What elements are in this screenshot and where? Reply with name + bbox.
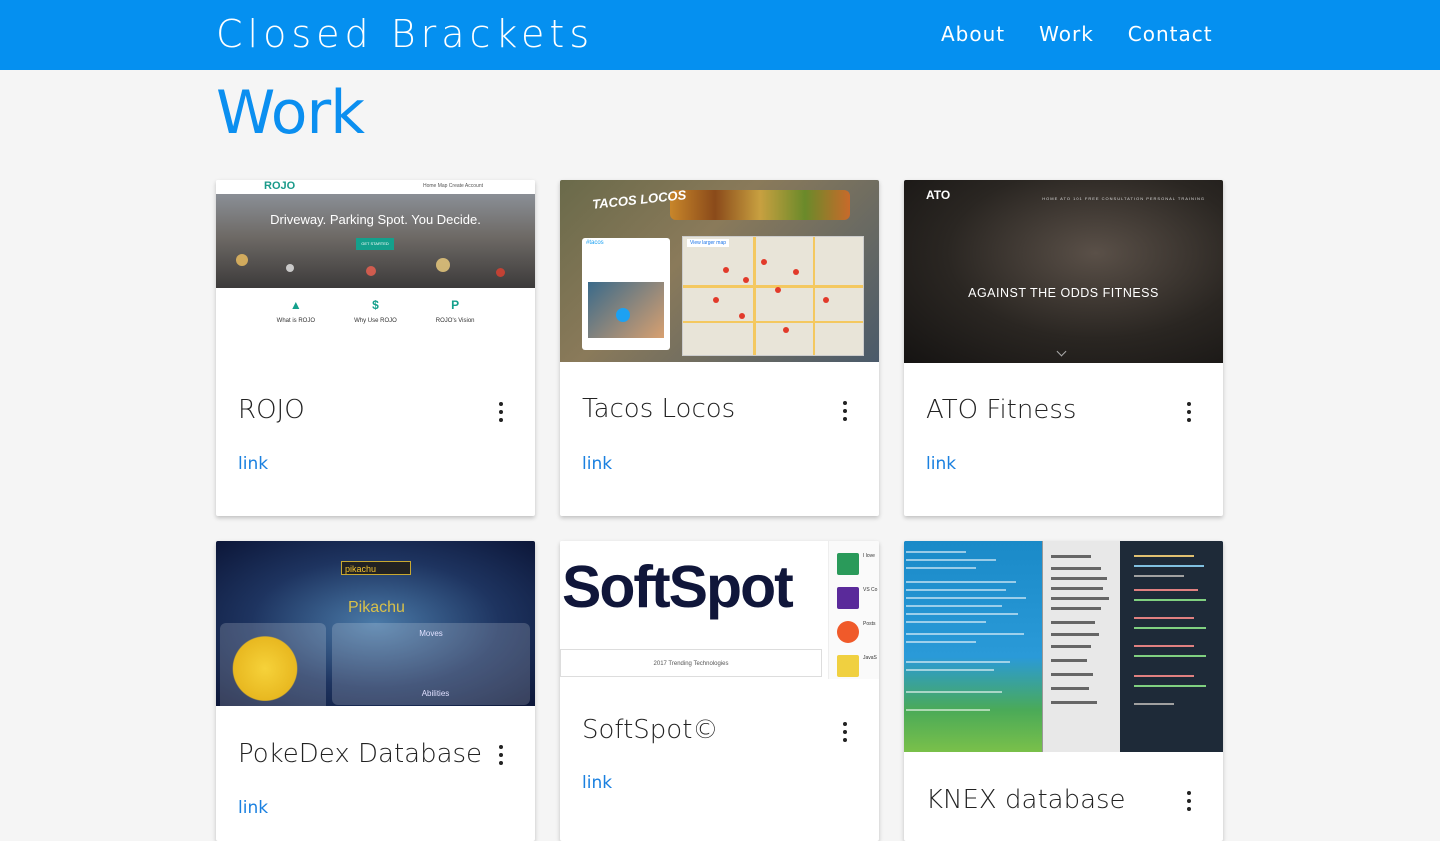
tweet-label: #tacos	[586, 240, 604, 246]
thumb-moves: Moves	[419, 629, 443, 638]
card-link[interactable]: link	[582, 454, 612, 474]
project-thumbnail[interactable]: SoftSpot 2017 Trending Technologies I lo…	[560, 541, 879, 681]
main-nav: About Work Contact	[941, 22, 1213, 46]
card-title: KNEX database	[926, 785, 1126, 815]
thumb-search: pikachu	[341, 561, 411, 575]
thumb-columns: ▲ What is ROJO $ Why Use ROJO P ROJO's Visi…	[216, 298, 535, 333]
more-vert-icon[interactable]	[841, 722, 849, 742]
card-title: ATO Fitness	[926, 395, 1077, 425]
top-navbar: Closed Brackets About Work Contact	[0, 0, 1440, 70]
tweet-widget: #tacos	[582, 238, 670, 350]
thumb-logo: ROJO	[264, 180, 296, 192]
more-vert-icon[interactable]	[841, 401, 849, 421]
nav-link-about[interactable]: About	[941, 22, 1005, 46]
thumbs-up-icon: ▲	[289, 298, 302, 312]
thumb-nav: HOME ATO 101 FREE CONSULTATION PERSONAL …	[1042, 196, 1205, 201]
thumb-nav: Home Map Create Account	[422, 183, 483, 189]
page-title: Work	[216, 78, 365, 148]
thumb-tagline: Driveway. Parking Spot. You Decide.	[270, 212, 481, 227]
react-icon	[837, 553, 859, 575]
code-editor-panel	[1120, 541, 1223, 752]
thumb-hero: Driveway. Parking Spot. You Decide. GET …	[216, 194, 535, 288]
card-title: Tacos Locos	[582, 394, 736, 424]
nav-link-contact[interactable]: Contact	[1128, 22, 1213, 46]
thumb-logo: ATO	[926, 188, 951, 202]
card-link[interactable]: link	[582, 773, 612, 793]
card-link[interactable]: link	[238, 454, 268, 474]
thumb-button: GET STARTED	[356, 238, 394, 250]
more-vert-icon[interactable]	[497, 745, 505, 765]
play-icon	[616, 308, 630, 322]
file-tree-panel	[1042, 541, 1121, 752]
card-link[interactable]: link	[238, 798, 268, 818]
more-vert-icon[interactable]	[497, 402, 505, 422]
more-vert-icon[interactable]	[1185, 402, 1193, 422]
more-vert-icon[interactable]	[1185, 791, 1193, 811]
project-card-rojo: ROJO Home Map Create Account Driveway. P…	[216, 180, 535, 516]
feather-icon	[837, 621, 859, 643]
terminal-window	[904, 541, 1044, 752]
project-thumbnail[interactable]	[904, 541, 1223, 752]
parking-icon: P	[451, 298, 460, 312]
thumb-tagline: AGAINST THE ODDS FITNESS	[968, 286, 1159, 300]
thumb-column-title: What is ROJO	[276, 318, 315, 324]
thumb-abilities: Abilities	[421, 689, 450, 698]
project-thumbnail[interactable]: ROJO Home Map Create Account Driveway. P…	[216, 180, 535, 362]
thumb-column-title: Why Use ROJO	[354, 318, 397, 324]
project-thumbnail[interactable]: pikachu Pikachu Moves Abilities	[216, 541, 535, 706]
food-banner	[670, 190, 850, 220]
map-widget: View larger map	[682, 236, 864, 356]
card-title: SoftSpot©	[582, 715, 719, 745]
card-title: ROJO	[238, 395, 305, 425]
card-title: PokeDex Database	[238, 739, 483, 769]
nav-link-work[interactable]: Work	[1039, 22, 1094, 46]
map-label: View larger map	[687, 239, 730, 247]
project-card-knex: KNEX database	[904, 541, 1223, 841]
project-thumbnail[interactable]: ATO HOME ATO 101 FREE CONSULTATION PERSO…	[904, 180, 1223, 363]
thumb-subtitle: 2017 Trending Technologies	[560, 649, 822, 677]
thumb-pokemon-name: Pikachu	[348, 599, 405, 616]
project-card-ato-fitness: ATO HOME ATO 101 FREE CONSULTATION PERSO…	[904, 180, 1223, 516]
dollar-icon: $	[372, 298, 379, 312]
brand-logo[interactable]: Closed Brackets	[216, 12, 594, 56]
project-card-tacos-locos: TACOS LOCOS #tacos View larger map Tacos…	[560, 180, 879, 516]
project-card-softspot: SoftSpot 2017 Trending Technologies I lo…	[560, 541, 879, 841]
project-card-pokedex: pikachu Pikachu Moves Abilities PokeDex …	[216, 541, 535, 841]
project-thumbnail[interactable]: TACOS LOCOS #tacos View larger map	[560, 180, 879, 362]
card-link[interactable]: link	[926, 454, 956, 474]
thumb-sidebar: I love VS Co Posts JavaS	[828, 541, 879, 679]
thumb-column-title: ROJO's Vision	[435, 318, 475, 324]
thumb-logo: SoftSpot	[562, 554, 794, 620]
javascript-icon	[837, 655, 859, 677]
vscode-icon	[837, 587, 859, 609]
